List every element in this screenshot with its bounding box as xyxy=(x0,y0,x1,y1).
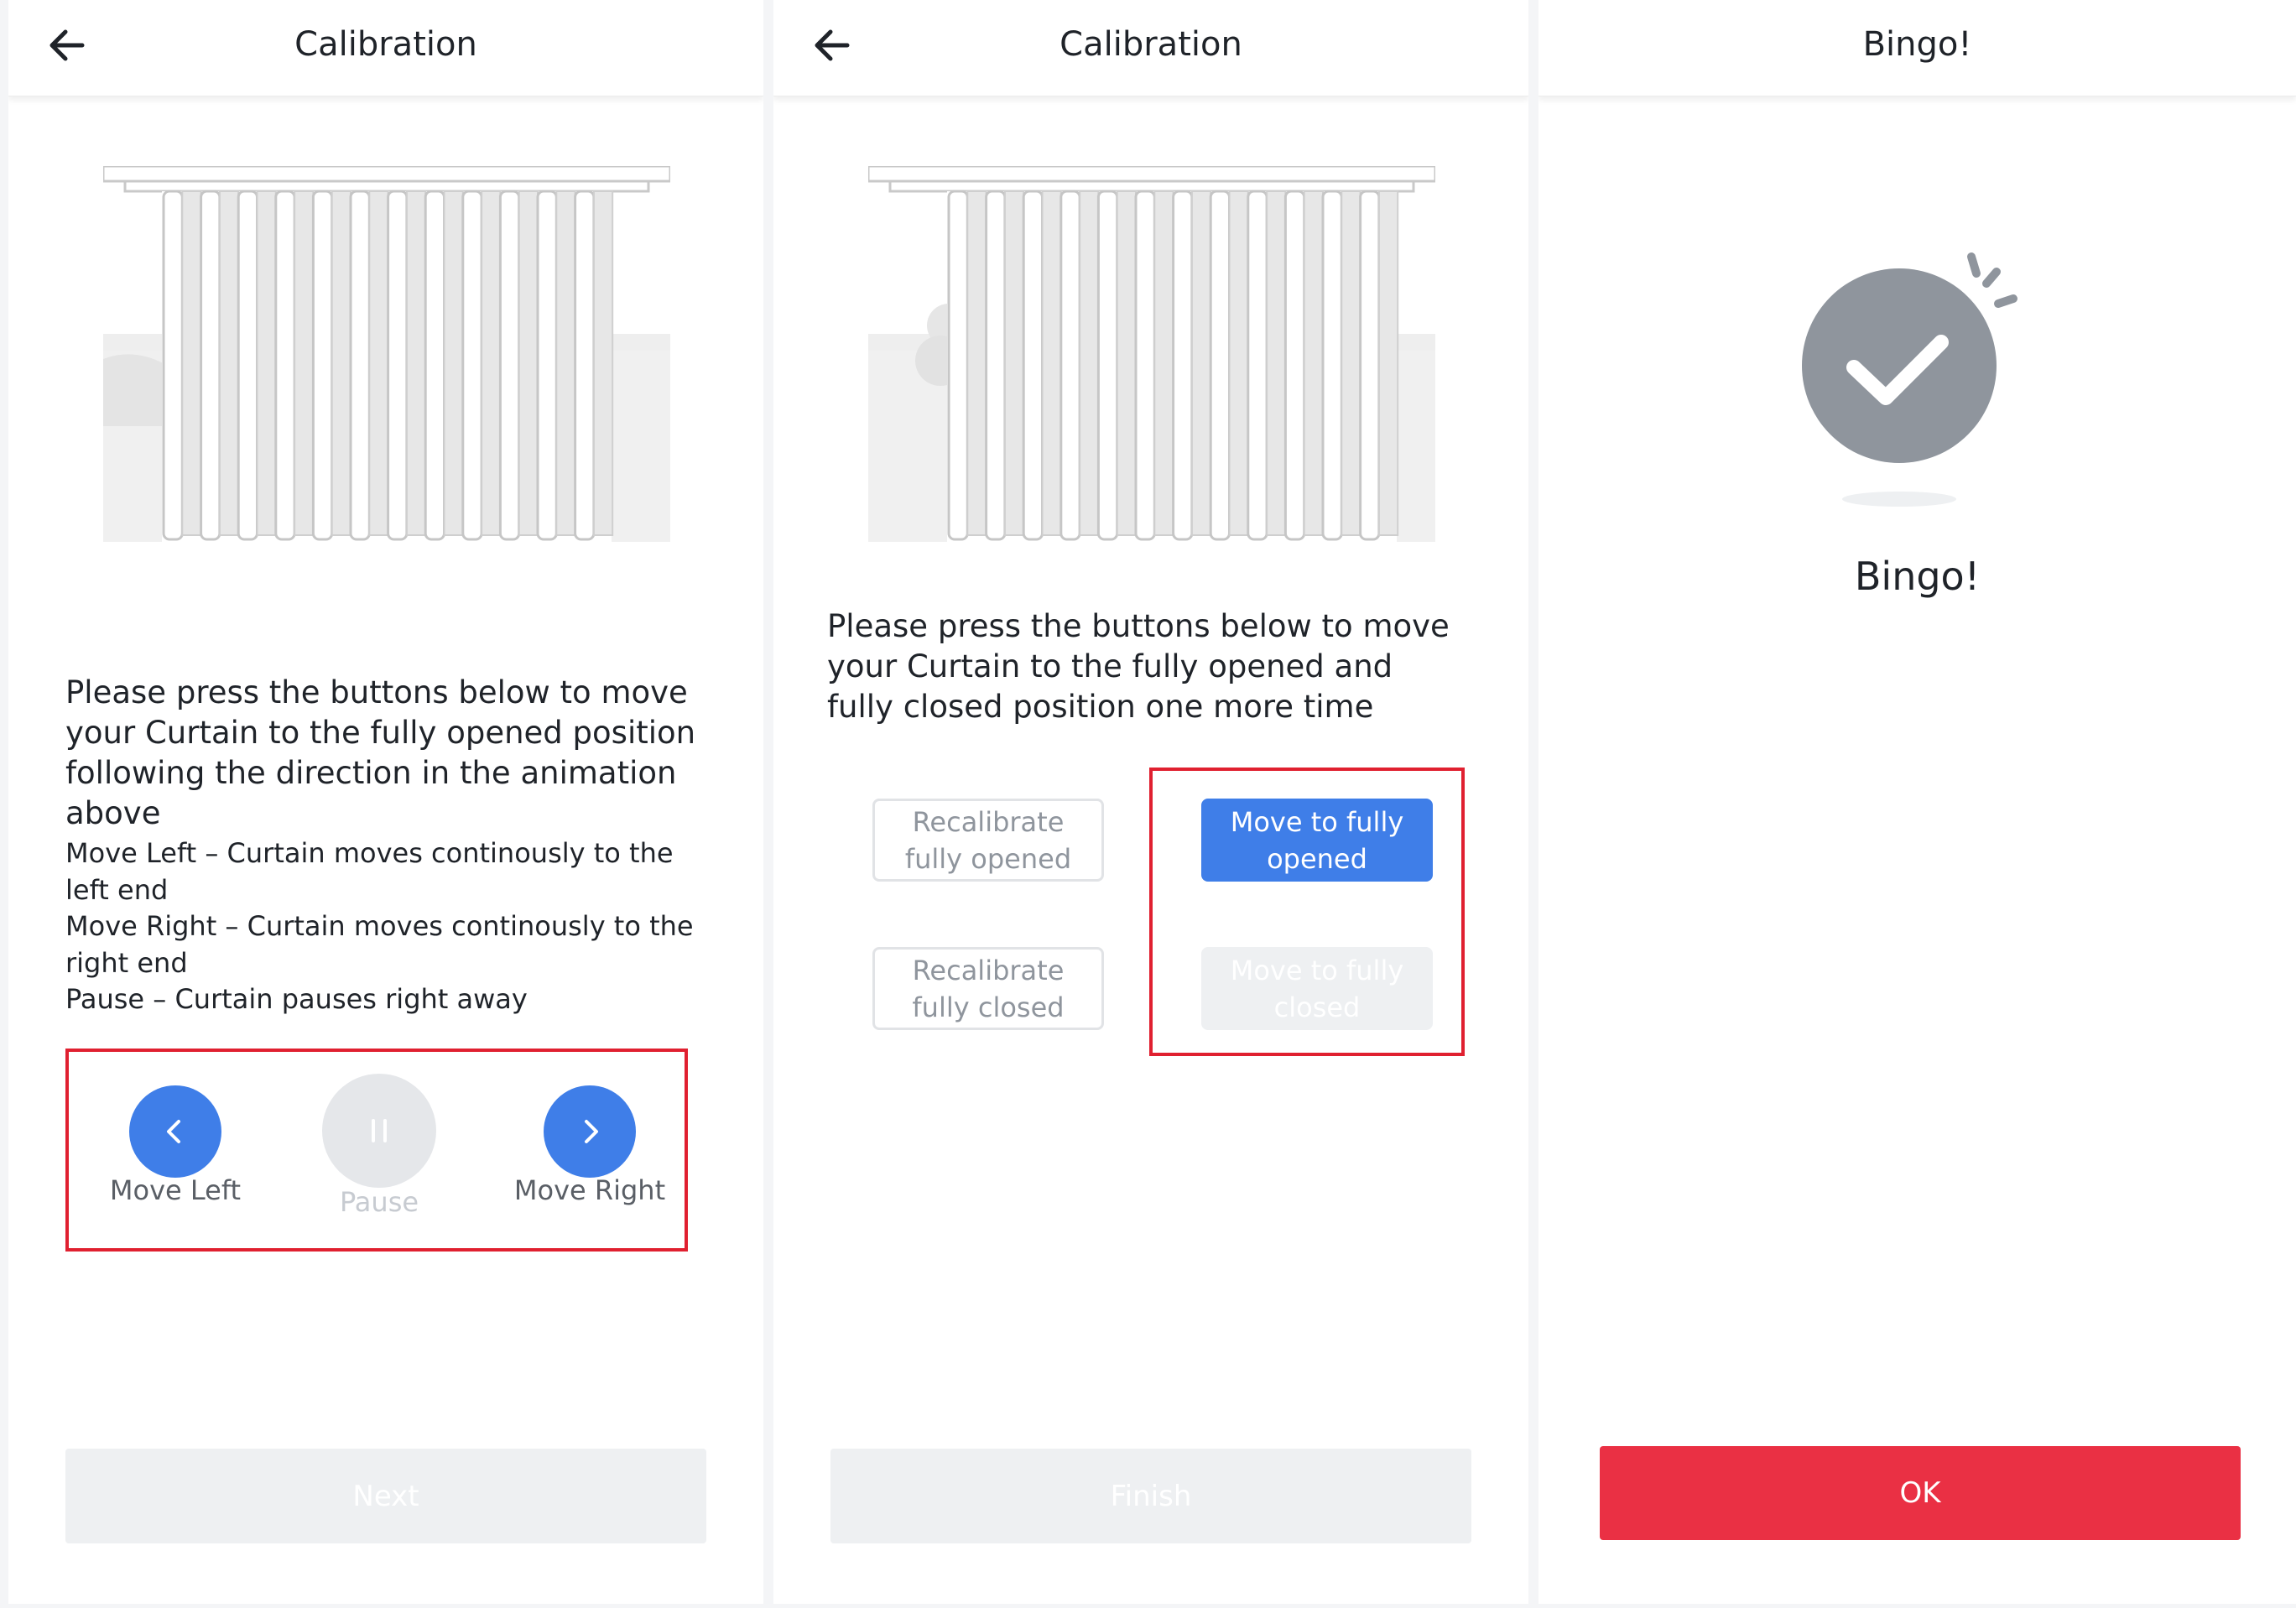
page-title: Bingo! xyxy=(1862,25,1972,64)
move-left-button[interactable] xyxy=(129,1085,221,1178)
header: Calibration xyxy=(8,0,763,96)
curtain-illustration xyxy=(868,166,1435,542)
ok-button[interactable]: OK xyxy=(1600,1446,2241,1540)
chevron-right-icon xyxy=(585,1120,598,1143)
move-right-button[interactable] xyxy=(544,1085,636,1178)
finish-button[interactable]: Finish xyxy=(830,1449,1471,1543)
calibration-screen-step2: Calibration Please press the buttons bel… xyxy=(773,0,1528,1604)
next-button[interactable]: Next xyxy=(65,1449,706,1543)
instruction-notes: Move Left – Curtain moves continously to… xyxy=(65,835,703,1018)
curtain-illustration xyxy=(103,166,670,542)
move-right-label: Move Right xyxy=(513,1174,666,1206)
pause-label: Pause xyxy=(339,1186,419,1218)
move-to-fully-opened-button[interactable]: Move to fully opened xyxy=(1201,799,1433,882)
pause-button[interactable] xyxy=(322,1074,436,1188)
calibration-screen-step1: Calibration Please press the buttons bel… xyxy=(8,0,763,1604)
header: Calibration xyxy=(773,0,1528,96)
page-title: Calibration xyxy=(1059,25,1242,64)
success-check-icon xyxy=(1802,252,2017,507)
page-title: Calibration xyxy=(294,25,477,64)
note-move-right: Move Right – Curtain moves continously t… xyxy=(65,910,694,979)
move-left-label: Move Left xyxy=(109,1174,242,1206)
success-message: Bingo! xyxy=(1854,554,1981,599)
pause-icon xyxy=(372,1119,387,1142)
header: Bingo! xyxy=(1538,0,2296,96)
chevron-left-icon xyxy=(167,1120,180,1143)
instruction-text: Please press the buttons below to move y… xyxy=(827,608,1450,725)
instruction-text: Please press the buttons below to move y… xyxy=(65,674,696,831)
recalibrate-fully-opened-button[interactable]: Recalibrate fully opened xyxy=(872,799,1104,882)
note-move-left: Move Left – Curtain moves continously to… xyxy=(65,837,674,906)
recalibrate-fully-closed-button[interactable]: Recalibrate fully closed xyxy=(872,947,1104,1030)
bingo-screen: Bingo! Bingo! OK xyxy=(1538,0,2296,1604)
move-to-fully-closed-button[interactable]: Move to fully closed xyxy=(1201,947,1433,1030)
note-pause: Pause – Curtain pauses right away xyxy=(65,983,528,1015)
